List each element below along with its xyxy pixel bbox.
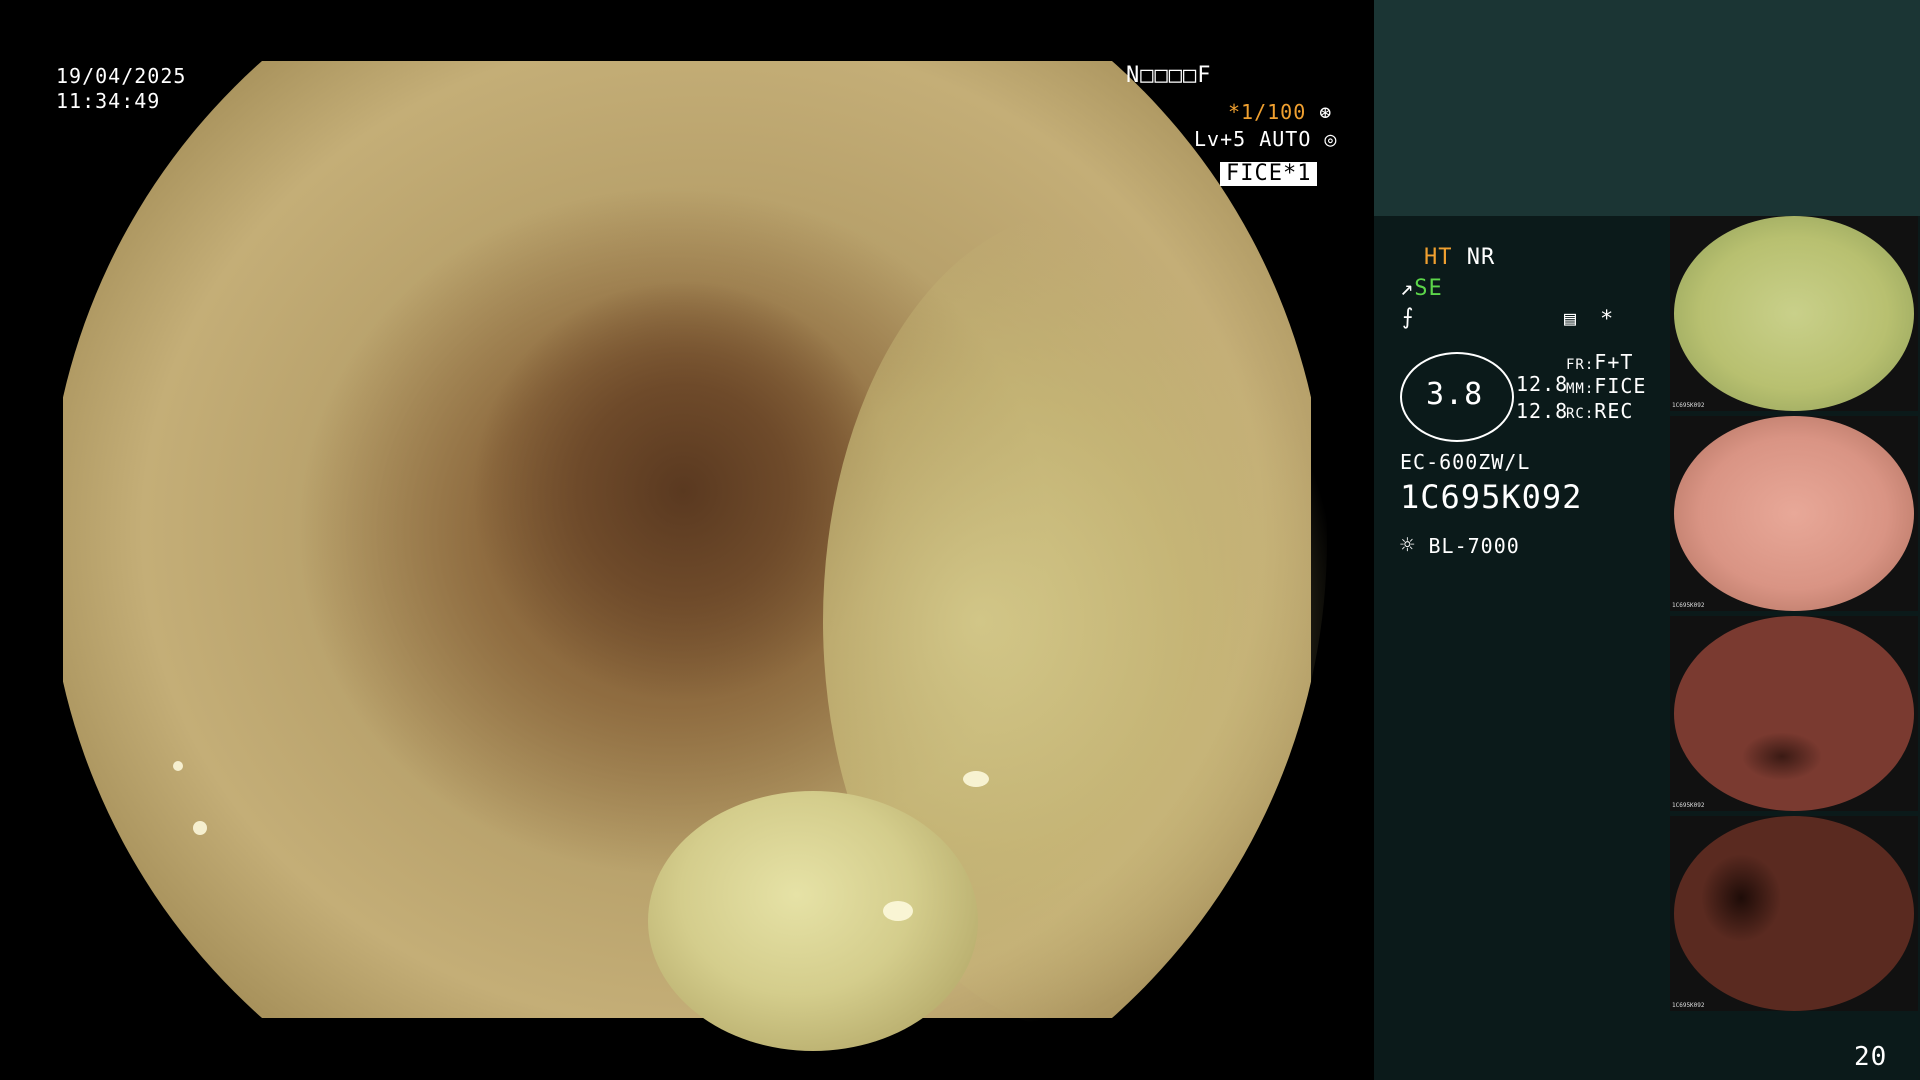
- scope-model: EC-600ZW/L: [1400, 450, 1531, 474]
- fr-label: FR:: [1566, 357, 1595, 373]
- structure-icon: ⨍: [1402, 305, 1415, 330]
- thumbnail-2[interactable]: 1C695K092: [1670, 416, 1918, 611]
- fr-row: FR:F+T: [1566, 350, 1633, 377]
- asterisk-mark: *: [1600, 307, 1615, 332]
- mm-row: MM:FICE: [1566, 374, 1646, 401]
- thumbnail-image: [1674, 816, 1914, 1011]
- ht-label: HT: [1424, 245, 1453, 270]
- gauge-value: 3.8: [1426, 377, 1484, 412]
- light-source: BL-7000: [1428, 534, 1520, 558]
- thumbnail-3[interactable]: 1C695K092: [1670, 616, 1918, 811]
- thumbnail-image: [1674, 616, 1914, 811]
- endoscopic-image: [63, 61, 1327, 1051]
- light-reflection: [963, 771, 989, 787]
- ht-nr-row: HT NR: [1424, 246, 1495, 270]
- mm-label: MM:: [1566, 381, 1595, 397]
- thumbnail-label: 1C695K092: [1672, 602, 1705, 609]
- page-number: 20: [1854, 1042, 1888, 1072]
- thumbnail-label: 1C695K092: [1672, 1002, 1705, 1009]
- fr-value: F+T: [1594, 350, 1634, 374]
- enhance-icon: ↗: [1400, 276, 1415, 301]
- patient-name: N□□□□F: [1126, 63, 1212, 88]
- scope-serial: 1C695K092: [1400, 478, 1583, 516]
- time-text: 11:34:49: [56, 89, 161, 113]
- se-row: ↗SE: [1400, 277, 1443, 301]
- endoscope-view: 19/04/2025 11:34:49 N□□□□F *1/100 ⊛ Lv+5…: [0, 0, 1374, 1080]
- light-row: ☼ BL-7000: [1400, 533, 1520, 558]
- shutter-row: *1/100 ⊛: [1228, 100, 1332, 124]
- rc-value: REC: [1594, 399, 1634, 423]
- thumbnail-image: [1674, 416, 1914, 611]
- thumbnail-1[interactable]: 1C695K092: [1670, 216, 1918, 411]
- shutter-icon: ⊛: [1319, 100, 1333, 124]
- thumbnail-4[interactable]: 1C695K092: [1670, 816, 1918, 1011]
- polyp: [648, 791, 978, 1051]
- side-panel: HT NR ↗SE ⨍ ▤ * 3.8 12.8 12.8 FR:F+T MM:…: [1374, 0, 1920, 1080]
- fice-badge: FICE*1: [1220, 162, 1318, 186]
- light-reflection: [193, 821, 207, 835]
- value-1: 12.8: [1516, 372, 1569, 396]
- thumbnail-image: [1674, 216, 1914, 411]
- rc-label: RC:: [1566, 406, 1595, 422]
- settings-icon: ▤: [1564, 306, 1578, 330]
- level-text: Lv+5 AUTO: [1194, 127, 1312, 151]
- level-row: Lv+5 AUTO ◎: [1194, 127, 1337, 151]
- thumbnail-label: 1C695K092: [1672, 402, 1705, 409]
- shutter-speed: *1/100: [1228, 100, 1307, 124]
- se-label: SE: [1414, 276, 1443, 301]
- iris-icon: ◎: [1324, 127, 1338, 151]
- value-2: 12.8: [1516, 399, 1569, 423]
- light-reflection: [173, 761, 183, 771]
- mm-value: FICE: [1594, 374, 1647, 398]
- side-panel-header: [1374, 0, 1920, 216]
- rc-row: RC:REC: [1566, 399, 1633, 426]
- date-text: 19/04/2025: [56, 64, 187, 88]
- light-icon: ☼: [1400, 531, 1416, 559]
- light-reflection: [883, 901, 913, 921]
- thumbnail-label: 1C695K092: [1672, 802, 1705, 809]
- nr-label: NR: [1466, 245, 1496, 270]
